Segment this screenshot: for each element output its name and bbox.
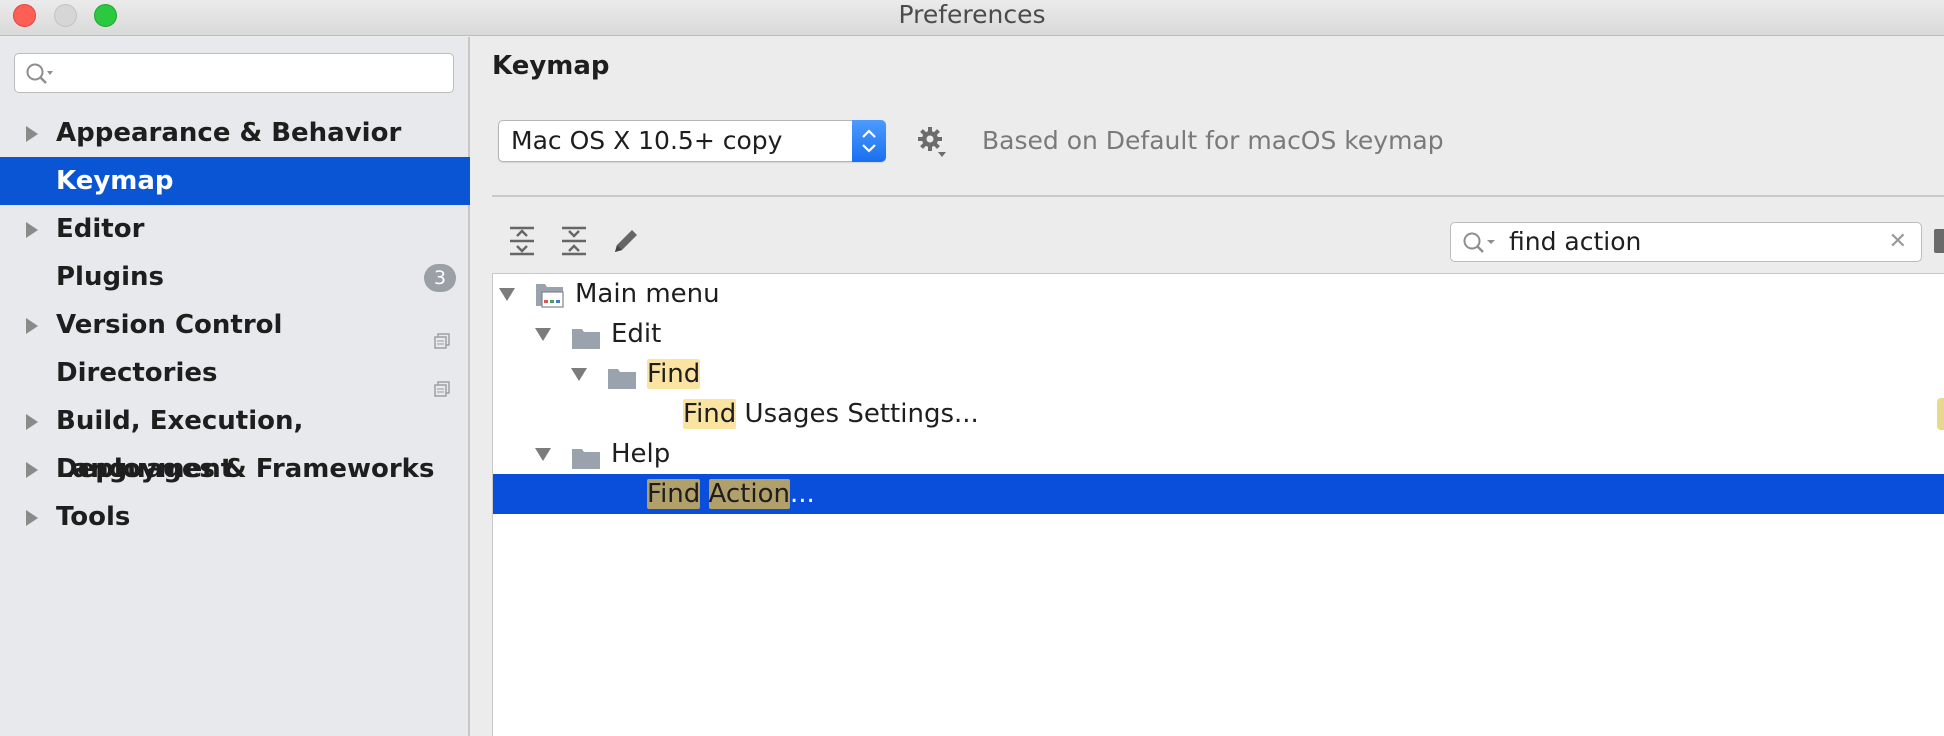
collapse-arrow-icon[interactable] bbox=[535, 328, 551, 341]
sidebar-item-version-control[interactable]: Version Control bbox=[0, 301, 470, 349]
folder-icon bbox=[571, 442, 601, 469]
tree-row-help[interactable]: Help bbox=[493, 434, 1944, 474]
select-stepper-icon[interactable] bbox=[852, 120, 886, 162]
expand-all-icon[interactable] bbox=[506, 225, 538, 257]
search-highlight: Find bbox=[683, 399, 737, 429]
keymap-action-tree: Main menu Edit Find Find Usages Settings… bbox=[492, 273, 1944, 736]
gear-icon[interactable] bbox=[916, 125, 950, 163]
collapse-arrow-icon[interactable] bbox=[499, 288, 515, 301]
tree-row-find-usages-settings[interactable]: Find Usages Settings... ⌥ bbox=[493, 394, 1944, 434]
sidebar-item-build-execution-deployment[interactable]: Build, Execution, Deployment bbox=[0, 397, 470, 484]
collapse-all-icon[interactable] bbox=[558, 225, 590, 257]
project-settings-icon bbox=[434, 365, 450, 397]
sidebar-item-keymap[interactable]: Keymap bbox=[0, 157, 470, 205]
sidebar-item-tools[interactable]: Tools bbox=[0, 493, 470, 541]
collapse-arrow-icon[interactable] bbox=[535, 448, 551, 461]
expand-arrow-icon bbox=[26, 126, 38, 142]
settings-search-input[interactable] bbox=[14, 53, 454, 93]
search-icon bbox=[1461, 231, 1497, 259]
window-title: Preferences bbox=[898, 0, 1046, 29]
find-shortcut-icon[interactable] bbox=[1934, 229, 1944, 253]
tree-row-main-menu[interactable]: Main menu bbox=[493, 274, 1944, 314]
collapse-arrow-icon[interactable] bbox=[571, 368, 587, 381]
clear-search-icon[interactable]: ✕ bbox=[1889, 231, 1907, 253]
tree-row-edit[interactable]: Edit bbox=[493, 314, 1944, 354]
expand-arrow-icon bbox=[26, 318, 38, 334]
tree-row-find-action[interactable]: Find Action... bbox=[493, 474, 1944, 514]
edit-pencil-icon[interactable] bbox=[610, 225, 642, 257]
sidebar-item-plugins[interactable]: Plugins 3 bbox=[0, 253, 470, 301]
keymap-panel: Keymap Mac OS X 10.5+ copy Based on Defa… bbox=[472, 37, 1944, 736]
project-settings-icon bbox=[434, 317, 450, 349]
keymap-select[interactable]: Mac OS X 10.5+ copy bbox=[498, 120, 886, 162]
expand-arrow-icon bbox=[26, 462, 38, 478]
expand-arrow-icon bbox=[26, 510, 38, 526]
search-highlight: Find bbox=[647, 359, 701, 389]
folder-icon bbox=[607, 362, 637, 389]
sidebar-item-directories[interactable]: Directories bbox=[0, 349, 470, 397]
keymap-filter-input[interactable]: find action ✕ bbox=[1450, 222, 1922, 262]
search-highlight: Action bbox=[708, 479, 790, 509]
expand-arrow-icon bbox=[26, 414, 38, 430]
based-on-label: Based on Default for macOS keymap bbox=[982, 126, 1444, 155]
sidebar-item-editor[interactable]: Editor bbox=[0, 205, 470, 253]
page-title: Keymap bbox=[492, 51, 610, 81]
title-bar: Preferences bbox=[0, 0, 1944, 36]
expand-arrow-icon bbox=[26, 222, 38, 238]
sidebar-item-appearance-behavior[interactable]: Appearance & Behavior bbox=[0, 109, 470, 157]
sidebar-item-languages-frameworks[interactable]: Languages & Frameworks bbox=[0, 445, 470, 493]
search-highlight: Find bbox=[647, 479, 701, 509]
tree-row-find[interactable]: Find bbox=[493, 354, 1944, 394]
divider bbox=[492, 195, 1944, 197]
plugins-update-badge: 3 bbox=[424, 264, 456, 292]
settings-sidebar: Appearance & Behavior Keymap Editor Plug… bbox=[0, 37, 470, 736]
folder-icon bbox=[571, 322, 601, 349]
search-icon bbox=[25, 62, 55, 90]
main-menu-icon bbox=[535, 280, 565, 308]
shortcut-badge: ⌥ bbox=[1937, 398, 1944, 430]
